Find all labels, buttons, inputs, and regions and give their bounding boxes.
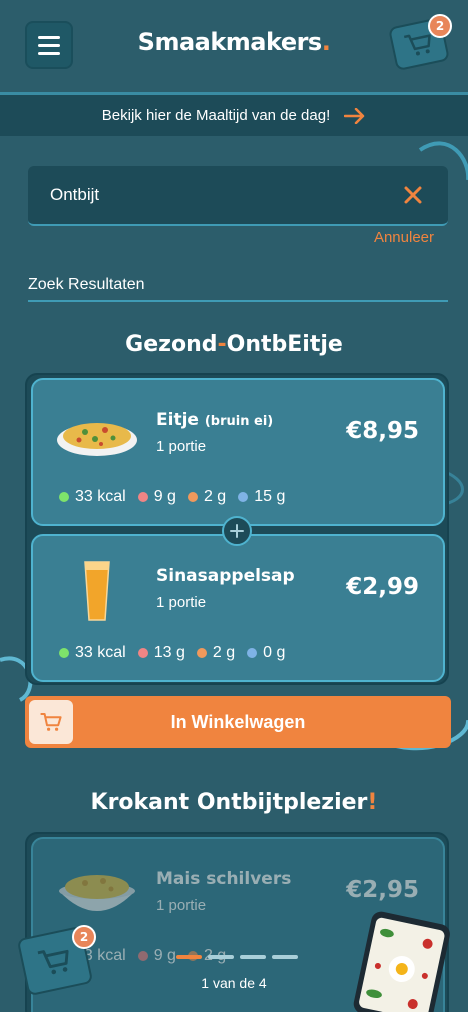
page-dot-2[interactable] — [208, 955, 234, 959]
menu-group: Eitje (bruin ei) 1 portie €8,95 33 kcal … — [25, 373, 449, 685]
product-portion: 1 portie — [156, 897, 207, 914]
dot — [137, 648, 148, 658]
product-price: €8,95 — [346, 418, 419, 444]
plus-icon — [222, 516, 252, 546]
page-dot-3[interactable] — [240, 955, 266, 959]
omelette-image — [57, 423, 137, 456]
menu-title-mark: ! — [367, 790, 378, 815]
nutrition-row: 33 kcal 9 g 2 g 15 g — [59, 488, 285, 506]
cart-count-badge: 2 — [428, 14, 452, 38]
menu-title: Gezond-OntbEitje — [0, 332, 468, 357]
nutrition-row: 33 kcal 13 g 2 g 0 g — [59, 644, 285, 662]
product-price: €2,95 — [346, 877, 419, 903]
nutrition-value: 2 g — [203, 488, 227, 505]
nutrition-value: 33 kcal — [75, 644, 126, 661]
nutrition-kcal: 33 kcal — [59, 644, 126, 662]
nutrition-value: 2 g — [212, 644, 236, 661]
product-name-sub: (bruin ei) — [204, 414, 274, 429]
product-name: Sinasappelsap — [156, 566, 295, 586]
pagination-indicator[interactable] — [176, 955, 298, 959]
cancel-search-link[interactable]: Annuleer — [374, 229, 434, 246]
arrow-right-icon — [344, 107, 365, 124]
nutrition-value: 9 g — [153, 488, 176, 505]
menu-title-dash: - — [217, 332, 227, 357]
app-header: Smaakmakers. 2 — [0, 0, 468, 90]
nutrition-value: 13 g — [153, 644, 185, 661]
page-dot-1[interactable] — [176, 955, 202, 959]
nutrition-2: 13 g — [137, 644, 185, 662]
cart-icon-box — [29, 700, 73, 744]
menu-title-part: Gezond — [125, 332, 218, 357]
floating-cart-badge: 2 — [72, 925, 96, 949]
product-name: Mais schilvers — [156, 869, 292, 889]
search-bar — [28, 166, 448, 226]
product-price: €2,99 — [346, 574, 419, 600]
close-icon — [404, 186, 422, 204]
dot — [137, 492, 148, 502]
dot — [247, 648, 258, 658]
product-card-sinasappelsap[interactable]: Sinasappelsap 1 portie €2,99 33 kcal 13 … — [31, 534, 445, 682]
add-to-cart-label: In Winkelwagen — [170, 711, 306, 732]
nutrition-value: 33 kcal — [75, 488, 126, 505]
nutrition-value: 15 g — [254, 488, 286, 505]
product-name: Eitje (bruin ei) — [156, 410, 273, 430]
cornflakes-image — [59, 875, 135, 911]
logo-dot: . — [321, 28, 331, 56]
nutrition-2: 9 g — [137, 488, 176, 506]
results-heading: Zoek Resultaten — [28, 276, 145, 293]
page-dot-4[interactable] — [272, 955, 298, 959]
nutrition-2: 9 g — [137, 947, 176, 965]
search-input[interactable] — [50, 185, 400, 205]
logo-text: Smaakmakers — [137, 28, 323, 56]
dot — [187, 492, 198, 502]
nutrition-3: 2 g — [187, 488, 227, 506]
product-portion: 1 portie — [156, 594, 207, 611]
nutrition-3: 2 g — [196, 644, 236, 662]
orange-juice-image — [84, 561, 110, 621]
dot — [238, 492, 249, 502]
dot — [137, 951, 148, 961]
nutrition-kcal: 33 kcal — [59, 488, 126, 506]
menu-title-text: Krokant Ontbijtplezier — [90, 790, 368, 815]
menu-title: Krokant Ontbijtplezier! — [0, 790, 468, 815]
add-to-cart-button[interactable]: In Winkelwagen — [25, 696, 451, 748]
banner-text: Bekijk hier de Maaltijd van de dag! — [101, 107, 331, 124]
daily-meal-banner[interactable]: Bekijk hier de Maaltijd van de dag! — [0, 92, 468, 136]
cart-icon — [40, 713, 62, 731]
cart-icon — [37, 949, 69, 975]
kcal-dot — [59, 648, 69, 658]
nutrition-value: 9 g — [153, 947, 176, 964]
kcal-dot — [59, 492, 69, 502]
nutrition-value: 0 g — [263, 644, 286, 661]
product-name-text: Eitje — [156, 410, 199, 430]
plus-icon-glyph — [230, 524, 244, 538]
nutrition-4: 0 g — [247, 644, 285, 662]
nutrition-4: 15 g — [238, 488, 285, 506]
dot — [196, 648, 207, 658]
menu-title-part: OntbEitje — [226, 332, 343, 357]
product-card-eitje[interactable]: Eitje (bruin ei) 1 portie €8,95 33 kcal … — [31, 378, 445, 526]
product-portion: 1 portie — [156, 438, 207, 455]
divider — [28, 300, 448, 302]
clear-search-button[interactable] — [400, 182, 426, 208]
